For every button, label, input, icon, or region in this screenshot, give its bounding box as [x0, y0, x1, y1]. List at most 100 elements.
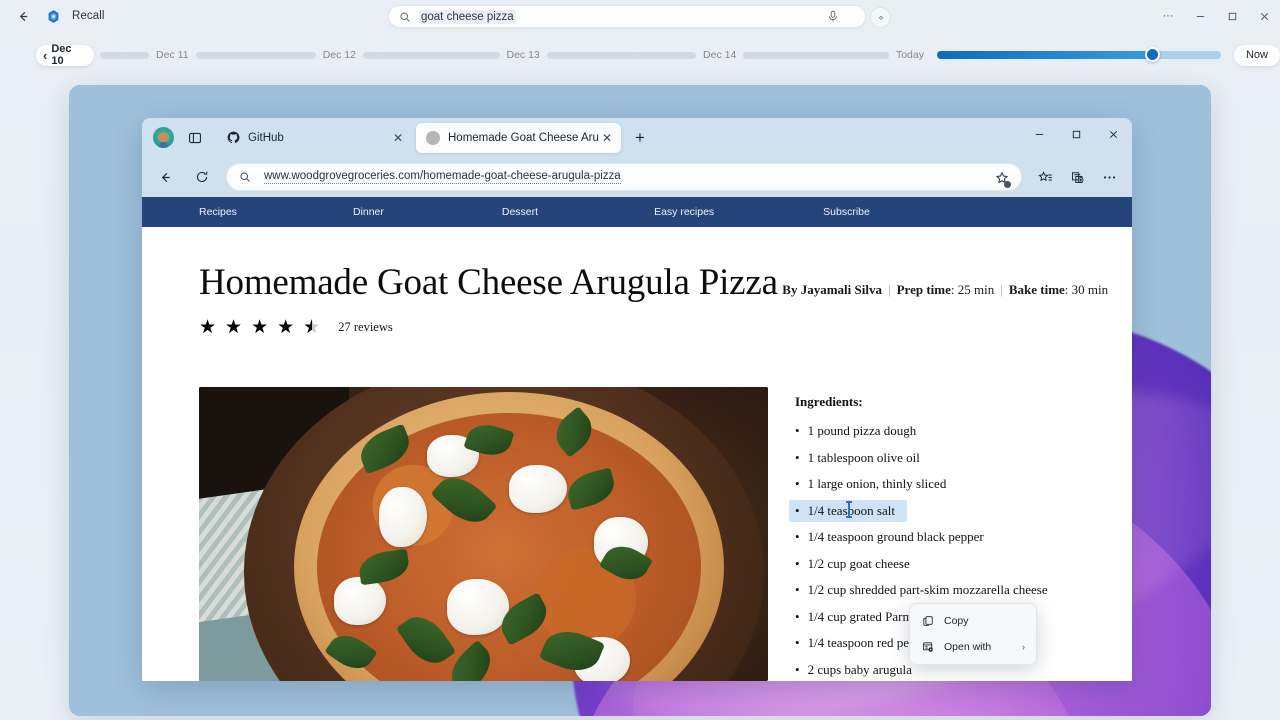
prep-time-value: : 25 min — [950, 282, 995, 297]
list-item-selected[interactable]: • 1/4 teaspoon salt — [789, 499, 907, 522]
list-item[interactable]: • 1/4 teaspoon ground black pepper — [789, 526, 996, 548]
site-nav-subscribe[interactable]: Subscribe — [823, 206, 870, 218]
browser-tabstrip: GitHub ✕ Homemade Goat Cheese Arugula Pi… — [142, 118, 1132, 157]
timeline-segment[interactable] — [195, 51, 316, 59]
address-bar-url[interactable]: www.woodgrovegroceries.com/homemade-goat… — [264, 170, 621, 184]
list-item[interactable]: • 1 tablespoon olive oil — [789, 446, 932, 469]
recall-search-bar[interactable]: goat cheese pizza — [388, 5, 866, 28]
browser-minimize-button[interactable] — [1021, 118, 1058, 151]
bullet-icon: • — [795, 582, 800, 597]
browser-tab-github[interactable]: GitHub ✕ — [216, 123, 412, 153]
search-icon — [239, 171, 251, 183]
browser-navbar: www.woodgrovegroceries.com/homemade-goat… — [142, 157, 1132, 197]
bake-time-label: Bake time — [1008, 282, 1065, 297]
site-nav-easy-recipes[interactable]: Easy recipes — [654, 206, 714, 218]
ingredient-text: 1 large onion, thinly sliced — [807, 476, 947, 491]
recall-snapshot[interactable]: GitHub ✕ Homemade Goat Cheese Arugula Pi… — [69, 85, 1211, 716]
bullet-icon: • — [795, 635, 800, 650]
close-icon[interactable]: ✕ — [390, 130, 406, 146]
ingredient-text: 1 pound pizza dough — [807, 423, 917, 438]
recall-timeline[interactable]: ‹ Dec 10 Dec 11 Dec 12 Dec 13 Dec 14 Tod… — [0, 43, 1280, 67]
list-item[interactable]: • 1/2 cup shredded part-skim mozzarella c… — [789, 579, 1060, 601]
ingredient-text: 2 cups baby arugula — [807, 661, 912, 677]
timeline-slider[interactable] — [936, 47, 1221, 62]
list-item[interactable]: • 1 large onion, thinly sliced — [789, 473, 959, 495]
list-item[interactable]: • 2 cups baby arugula — [789, 658, 924, 681]
recipe-rating: ★ ★ ★ ★ ★★ 27 reviews — [199, 318, 1132, 337]
context-menu-label: Copy — [944, 615, 969, 627]
prep-time-label: Prep time — [896, 282, 951, 297]
more-options-icon[interactable] — [1095, 163, 1123, 191]
bullet-icon: • — [795, 661, 800, 677]
list-item[interactable]: • 1 pound pizza dough — [789, 420, 929, 442]
bullet-icon: • — [795, 423, 800, 438]
timeline-day-dec12[interactable]: Dec 12 — [316, 49, 363, 61]
copy-icon — [920, 615, 935, 627]
search-input[interactable]: goat cheese pizza — [419, 9, 516, 24]
context-menu[interactable]: Copy Open with › — [909, 603, 1037, 665]
bullet-icon: • — [795, 449, 800, 465]
timeline-day-dec14[interactable]: Dec 14 — [696, 49, 743, 61]
site-navigation: Recipes Dinner Dessert Easy recipes Subs… — [142, 197, 1132, 227]
browser-maximize-button[interactable] — [1058, 118, 1095, 151]
bake-time-value: : 30 min — [1064, 282, 1109, 297]
recall-close-button[interactable] — [1248, 0, 1280, 32]
half-star-icon: ★★ — [303, 317, 321, 338]
back-arrow-icon[interactable] — [151, 163, 179, 191]
timeline-today-label[interactable]: Today — [889, 49, 931, 61]
recall-more-button[interactable]: ··· — [1152, 0, 1184, 32]
page-icon — [426, 130, 440, 145]
timeline-active-day[interactable]: ‹ Dec 10 — [36, 43, 94, 67]
list-item[interactable]: • 1/2 cup goat cheese — [789, 552, 922, 575]
context-menu-item-copy[interactable]: Copy — [914, 608, 1032, 634]
reload-icon[interactable] — [188, 163, 216, 191]
timeline-slider-handle[interactable] — [1144, 47, 1160, 62]
now-button[interactable]: Now — [1233, 44, 1280, 66]
timeline-segment[interactable] — [362, 51, 500, 59]
star-rating: ★ ★ ★ ★ ★★ — [199, 318, 320, 337]
favorite-badge — [1004, 181, 1011, 188]
context-menu-item-open-with[interactable]: Open with › — [914, 634, 1032, 660]
timeline-segment[interactable] — [743, 51, 889, 59]
plus-icon[interactable]: + — [627, 125, 653, 151]
github-icon — [226, 131, 240, 145]
recall-minimize-button[interactable] — [1184, 0, 1216, 32]
site-nav-recipes[interactable]: Recipes — [199, 206, 237, 218]
recall-maximize-button[interactable] — [1216, 0, 1248, 32]
site-nav-dessert[interactable]: Dessert — [502, 206, 538, 218]
timeline-slider-fill — [936, 51, 1154, 59]
browser-close-button[interactable] — [1095, 118, 1132, 151]
add-favorite-icon[interactable] — [992, 168, 1012, 188]
text-cursor — [846, 500, 852, 518]
recall-logo-icon — [44, 7, 62, 25]
bullet-icon: • — [795, 529, 800, 544]
browser-tab-label: Homemade Goat Cheese Arugula Pizz — [448, 131, 599, 144]
site-nav-dinner[interactable]: Dinner — [353, 206, 384, 218]
ingredient-text: 1/4 teaspoon ground black pepper — [807, 529, 984, 544]
open-with-icon — [920, 641, 935, 653]
collections-icon[interactable] — [1063, 163, 1091, 191]
recall-app: Recall goat cheese pizza ‹› ··· ‹ Dec 10… — [0, 0, 1280, 720]
recipe-author: Jayamali Silva — [800, 282, 882, 297]
tab-list-icon[interactable] — [182, 125, 208, 151]
close-icon[interactable]: ✕ — [599, 130, 615, 146]
address-bar[interactable]: www.woodgrovegroceries.com/homemade-goat… — [226, 163, 1022, 191]
author-prefix: By — [782, 282, 801, 297]
recall-window-controls: ··· — [1152, 0, 1280, 32]
star-icon: ★ — [225, 317, 243, 338]
microphone-icon[interactable] — [827, 9, 839, 24]
back-arrow-icon[interactable] — [8, 1, 38, 31]
context-menu-label: Open with — [944, 641, 992, 653]
ingredient-text: 1 tablespoon olive oil — [807, 449, 920, 465]
timeline-segment[interactable] — [546, 51, 697, 59]
recipe-article: Homemade Goat Cheese Arugula Pizza By Ja… — [142, 227, 1132, 337]
browser-tab-recipe[interactable]: Homemade Goat Cheese Arugula Pizz ✕ — [416, 122, 621, 153]
timeline-day-dec13[interactable]: Dec 13 — [500, 49, 547, 61]
favorites-icon[interactable] — [1031, 163, 1059, 191]
timeline-segment[interactable] — [99, 51, 150, 59]
expand-icon[interactable]: ‹› — [870, 7, 891, 28]
profile-avatar[interactable] — [153, 127, 174, 148]
timeline-day-dec11[interactable]: Dec 11 — [149, 49, 196, 61]
search-icon — [399, 11, 411, 23]
ingredient-text: 1/2 cup goat cheese — [807, 555, 910, 571]
